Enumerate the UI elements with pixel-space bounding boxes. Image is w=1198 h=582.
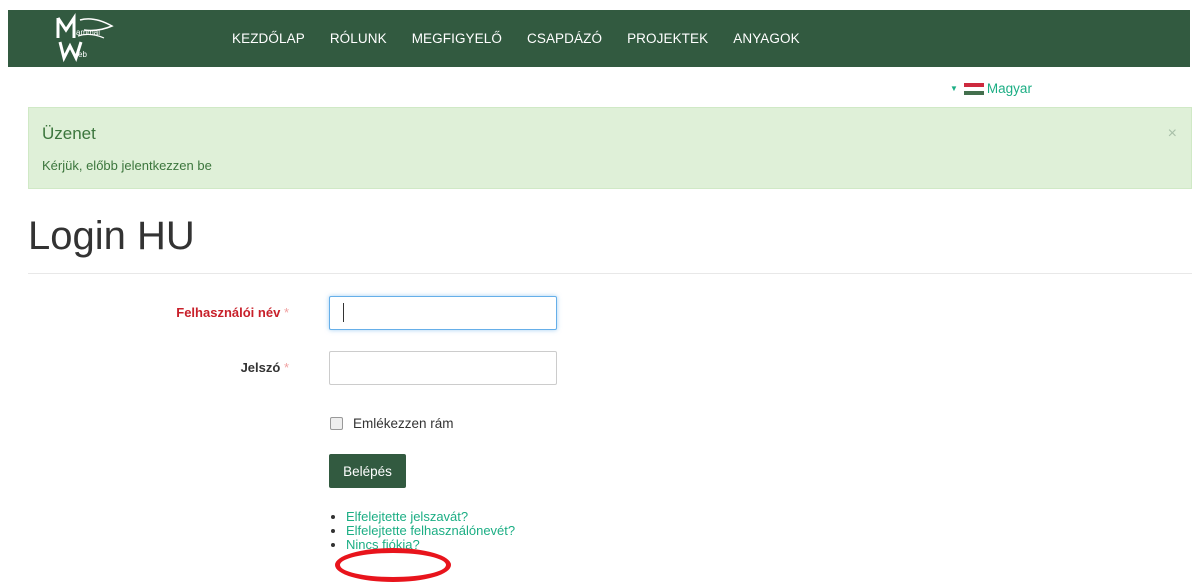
password-input[interactable] — [329, 351, 557, 385]
text-cursor — [343, 303, 344, 322]
annotation-circle — [335, 548, 451, 582]
nav-about[interactable]: RÓLUNK — [330, 31, 387, 46]
nav-resources[interactable]: ANYAGOK — [733, 31, 799, 46]
divider — [28, 273, 1192, 274]
help-links: Elfelejtette jelszavát? Elfelejtette fel… — [330, 510, 515, 552]
username-input[interactable] — [329, 296, 557, 330]
list-item: Elfelejtette jelszavát? — [346, 510, 515, 524]
main-nav: KEZDŐLAP RÓLUNK MEGFIGYELŐ CSAPDÁZÓ PROJ… — [232, 10, 825, 67]
forgot-username-link[interactable]: Elfelejtette felhasználónevét? — [346, 523, 515, 538]
top-navbar: ammal eb KEZDŐLAP RÓLUNK MEGFIGYELŐ CSAP… — [8, 10, 1190, 67]
forgot-password-link[interactable]: Elfelejtette jelszavát? — [346, 509, 468, 524]
required-mark: * — [283, 305, 289, 320]
hungarian-flag-icon — [963, 82, 984, 95]
caret-down-icon: ▼ — [950, 84, 958, 93]
remember-me-checkbox[interactable] — [330, 417, 343, 430]
page-title: Login HU — [28, 214, 195, 258]
message-alert: Üzenet Kérjük, előbb jelentkezzen be × — [28, 107, 1192, 189]
nav-spotter[interactable]: MEGFIGYELŐ — [412, 31, 502, 46]
remember-me[interactable]: Emlékezzen rám — [330, 416, 454, 431]
alert-title: Üzenet — [42, 124, 96, 143]
required-mark: * — [283, 360, 289, 375]
svg-text:ammal: ammal — [76, 28, 100, 37]
nav-home[interactable]: KEZDŐLAP — [232, 31, 305, 46]
username-label: Felhasználói név * — [176, 305, 289, 320]
nav-trapper[interactable]: CSAPDÁZÓ — [527, 31, 602, 46]
login-button[interactable]: Belépés — [329, 454, 406, 488]
nav-projects[interactable]: PROJEKTEK — [627, 31, 708, 46]
close-icon[interactable]: × — [1168, 125, 1177, 143]
language-selector[interactable]: ▼ Magyar — [950, 81, 1032, 96]
language-label: Magyar — [986, 81, 1032, 96]
alert-message: Kérjük, előbb jelentkezzen be — [42, 158, 212, 173]
remember-me-label: Emlékezzen rám — [353, 416, 454, 431]
svg-text:eb: eb — [78, 50, 87, 59]
list-item: Elfelejtette felhasználónevét? — [346, 524, 515, 538]
password-label: Jelszó * — [240, 360, 289, 375]
mammalweb-logo[interactable]: ammal eb — [54, 12, 116, 64]
